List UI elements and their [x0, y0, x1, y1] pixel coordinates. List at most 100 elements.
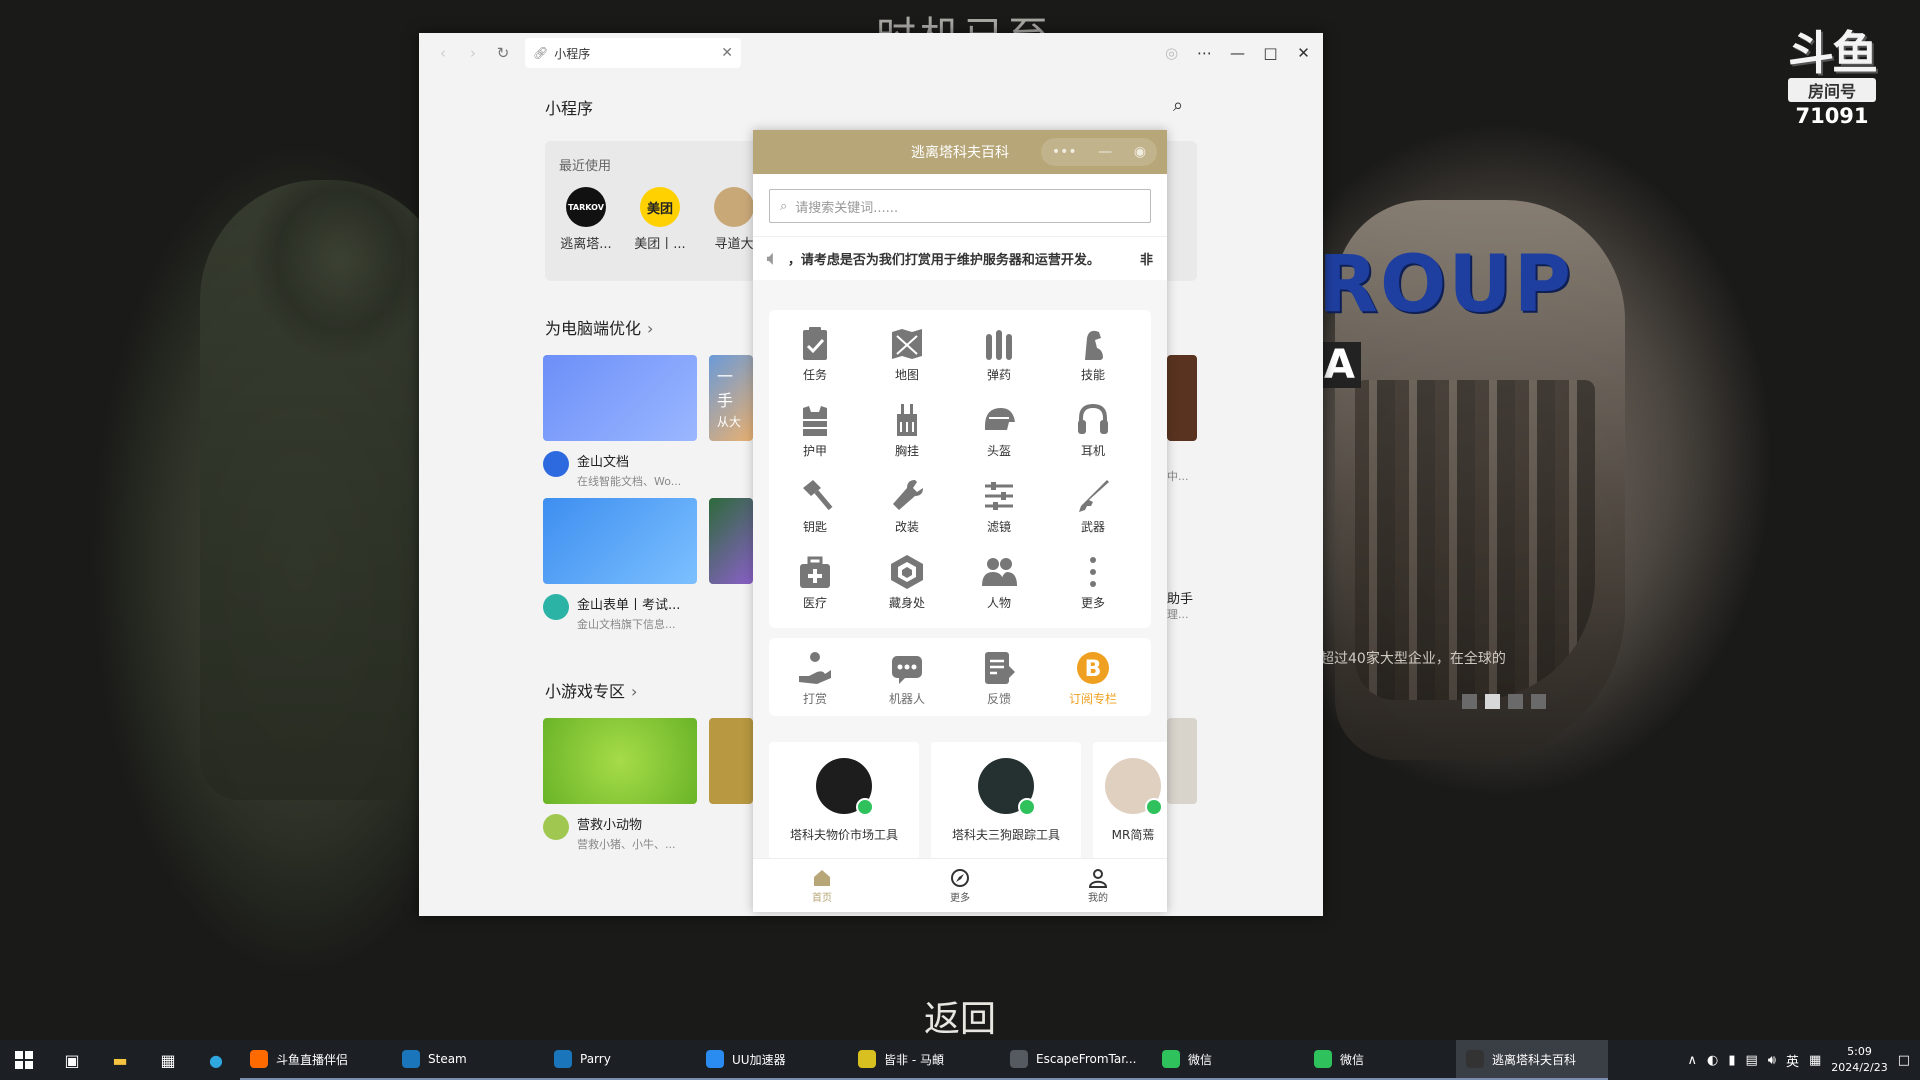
recent-app-tarkov[interactable]: TARKOV 逃离塔...: [551, 187, 621, 252]
group-logo-text: ROUP: [1318, 240, 1573, 330]
taskbar-app-label: Steam: [428, 1052, 467, 1066]
right-snippet: 助手: [1167, 592, 1194, 607]
douyu-room-badge: 斗鱼 房间号 71091: [1780, 30, 1884, 128]
tab-mine[interactable]: 我的: [1029, 859, 1167, 912]
refresh-icon[interactable]: ↻: [489, 39, 517, 67]
close-tab-icon[interactable]: ✕: [721, 45, 733, 61]
start-windows-icon[interactable]: [0, 1040, 48, 1080]
action-donate[interactable]: 打赏: [775, 648, 855, 707]
grid-item-label: 任务: [802, 368, 827, 382]
notification-icon[interactable]: □: [1898, 1053, 1910, 1068]
grid-item-arm[interactable]: 技能: [1053, 324, 1133, 383]
tool-card-price[interactable]: 塔科夫物价市场工具: [769, 742, 919, 860]
grid-item-ammo[interactable]: 弹药: [959, 324, 1039, 383]
store-icon[interactable]: ▦: [144, 1040, 192, 1080]
section-title: 为电脑端优化: [545, 319, 642, 338]
globe-icon[interactable]: ◎: [1158, 39, 1185, 67]
price-tool-avatar: [816, 758, 874, 816]
search-icon[interactable]: ⌕: [1173, 95, 1183, 116]
grid-item-people[interactable]: 人物: [959, 552, 1039, 611]
tab-more[interactable]: 更多: [891, 859, 1029, 912]
right-thumbnail[interactable]: [1167, 355, 1197, 441]
taskbar-app[interactable]: Parry: [544, 1040, 696, 1080]
forward-arrow-icon[interactable]: ›: [459, 39, 487, 67]
taskbar-app[interactable]: UU加速器: [696, 1040, 848, 1080]
app-icon: [1314, 1050, 1332, 1068]
taskbar-app[interactable]: Steam: [392, 1040, 544, 1080]
mic-icon[interactable]: ▮: [1728, 1053, 1735, 1068]
file-explorer-icon[interactable]: ▬: [96, 1040, 144, 1080]
grid-item-label: 滤镜: [986, 520, 1011, 534]
clipboard-check-icon: [795, 324, 835, 364]
tarkov-app-icon: TARKOV: [566, 187, 606, 227]
grid-item-more[interactable]: 更多: [1053, 552, 1133, 611]
more-dots-icon[interactable]: •••: [1052, 144, 1077, 160]
app-card-partial[interactable]: 一手 从大: [709, 355, 753, 441]
tool-card-tracker[interactable]: 塔科夫三狗跟踪工具: [931, 742, 1081, 860]
grid-item-wrench[interactable]: 改装: [867, 476, 947, 535]
grid-item-rig[interactable]: 胸挂: [867, 400, 947, 459]
steam-tray-icon[interactable]: ◐: [1707, 1053, 1718, 1068]
notice-bar[interactable]: 🔈︎ ，请考虑是否为我们打赏用于维护服务器和运营开发。 非: [753, 236, 1167, 280]
grid-item-label: 藏身处: [888, 596, 925, 610]
rescue-thumbnail: [543, 718, 697, 804]
tab-home[interactable]: 首页: [753, 859, 891, 912]
more-options-icon[interactable]: ⋯: [1191, 39, 1218, 67]
taskbar-app-label: 微信: [1340, 1052, 1365, 1067]
taskbar-app[interactable]: 斗鱼直播伴侣: [240, 1040, 392, 1080]
app-card-kdocs[interactable]: 金山文档 在线智能文档、Wo...: [543, 355, 697, 489]
app-icon: [858, 1050, 876, 1068]
speaker-icon: 🔈︎: [767, 248, 778, 269]
edge-icon[interactable]: ●: [192, 1040, 240, 1080]
right-game-thumbnail[interactable]: [1167, 718, 1197, 804]
task-view-icon[interactable]: ▣: [48, 1040, 96, 1080]
close-target-icon[interactable]: ◉: [1134, 144, 1146, 160]
grid-item-headset[interactable]: 耳机: [1053, 400, 1133, 459]
partial-thumbnail-2[interactable]: [709, 498, 753, 584]
close-window-icon[interactable]: ✕: [1290, 39, 1317, 67]
app-card-rescue-animals[interactable]: 营救小动物 营救小猪、小牛、...: [543, 718, 697, 852]
taskbar-app[interactable]: EscapeFromTar...: [1000, 1040, 1152, 1080]
section-mini-games[interactable]: 小游戏专区 ›: [545, 678, 637, 702]
recent-app-meituan[interactable]: 美团 美团丨...: [625, 187, 695, 252]
partial-game-thumbnail[interactable]: [709, 718, 753, 804]
ime-indicator[interactable]: 英: [1786, 1051, 1799, 1070]
tab-miniprogram[interactable]: 🔗︎ 小程序 ✕: [525, 38, 741, 68]
grid-item-medkit[interactable]: 医疗: [775, 552, 855, 611]
clock[interactable]: 5:09 2024/2/23: [1831, 1044, 1887, 1076]
sliders-icon: [979, 476, 1019, 516]
volume-icon[interactable]: 🔊︎: [1768, 1053, 1776, 1068]
capsule-buttons: ••• — ◉: [1041, 138, 1157, 166]
tool-card-mr[interactable]: MR简蔫: [1093, 742, 1167, 860]
grid-item-clipboard-check[interactable]: 任务: [775, 324, 855, 383]
taskbar-app[interactable]: 微信: [1304, 1040, 1456, 1080]
grid-item-key[interactable]: 钥匙: [775, 476, 855, 535]
grid-item-sliders[interactable]: 滤镜: [959, 476, 1039, 535]
armor-icon: [795, 400, 835, 440]
app-icon: [402, 1050, 420, 1068]
app-card-kforms[interactable]: 金山表单丨考试... 金山文档旗下信息...: [543, 498, 697, 632]
minimize-icon[interactable]: —: [1098, 144, 1112, 160]
grid-item-rifle[interactable]: 武器: [1053, 476, 1133, 535]
network-icon[interactable]: ▤: [1745, 1053, 1757, 1068]
maximize-icon[interactable]: □: [1257, 39, 1284, 67]
action-robot[interactable]: 机器人: [867, 648, 947, 707]
taskbar-app[interactable]: 逃离塔科夫百科: [1456, 1040, 1608, 1080]
grid-item-helmet[interactable]: 头盔: [959, 400, 1039, 459]
search-input[interactable]: ⌕ 请搜索关键词......: [769, 189, 1151, 223]
tray-chevron-icon[interactable]: ∧: [1687, 1053, 1697, 1068]
minimize-icon[interactable]: —: [1224, 39, 1251, 67]
section-pc-optimized[interactable]: 为电脑端优化 ›: [545, 315, 653, 339]
grid-item-armor[interactable]: 护甲: [775, 400, 855, 459]
grid-item-hideout[interactable]: 藏身处: [867, 552, 947, 611]
back-arrow-icon[interactable]: ‹: [429, 39, 457, 67]
action-feedback[interactable]: 反馈: [959, 648, 1039, 707]
people-icon: [979, 552, 1019, 592]
taskbar-app[interactable]: 皆非 - 马頔: [848, 1040, 1000, 1080]
title-bar: ‹ › ↻ 🔗︎ 小程序 ✕ ◎ ⋯ — □ ✕: [419, 33, 1323, 73]
ime-grid-icon[interactable]: ▦: [1809, 1053, 1821, 1068]
taskbar-app[interactable]: 微信: [1152, 1040, 1304, 1080]
grid-item-map[interactable]: 地图: [867, 324, 947, 383]
action-bitcoin[interactable]: B 订阅专栏: [1053, 648, 1133, 707]
back-caption: 返回: [924, 999, 997, 1040]
